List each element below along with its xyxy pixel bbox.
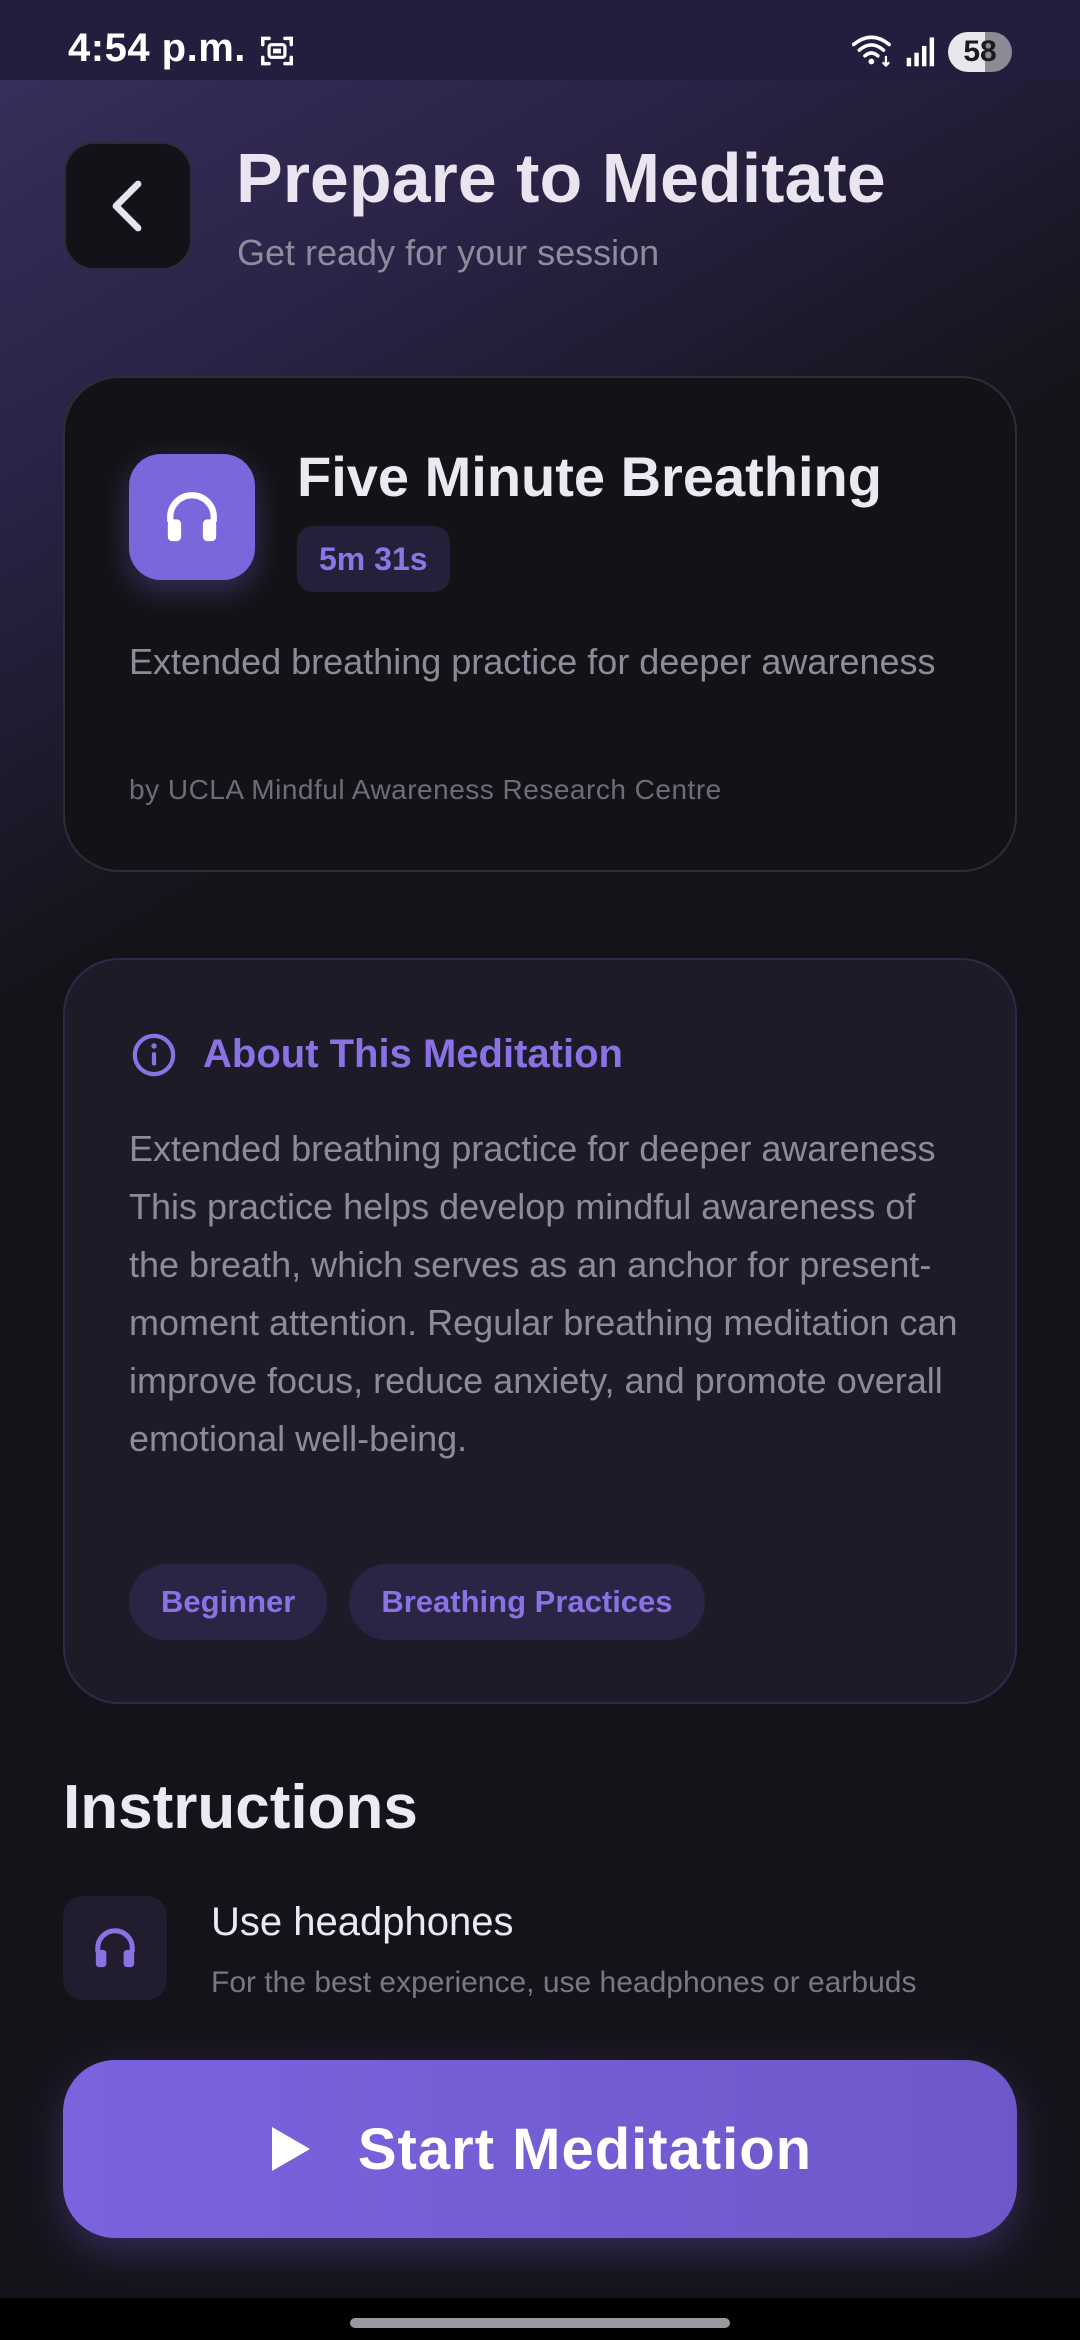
back-button[interactable]: [64, 142, 192, 270]
headphones-icon: [95, 1928, 135, 1968]
page-subtitle: Get ready for your session: [237, 232, 660, 273]
about-card: About This Meditation Extended breathing…: [63, 958, 1017, 1704]
home-indicator[interactable]: [350, 2318, 730, 2328]
session-author: by UCLA Mindful Awareness Research Centr…: [129, 774, 722, 805]
duration-badge: 5m 31s: [297, 526, 450, 592]
start-meditation-label: Start Meditation: [357, 2116, 813, 2182]
navigation-bar: [0, 2298, 1080, 2340]
tag-list: Beginner Breathing Practices: [129, 1564, 705, 1640]
page-title: Prepare to Meditate: [236, 139, 886, 217]
instruction-icon-tile: [63, 1896, 167, 2000]
session-description: Extended breathing practice for deeper a…: [129, 641, 936, 682]
chevron-left-icon: [112, 180, 142, 232]
start-meditation-button[interactable]: Start Meditation: [63, 2060, 1017, 2238]
instruction-item: Use headphones For the best experience, …: [63, 1896, 1017, 2000]
session-title: Five Minute Breathing: [297, 445, 882, 508]
instruction-title: Use headphones: [211, 1900, 514, 1944]
tag-beginner[interactable]: Beginner: [129, 1564, 328, 1640]
tag-breathing-practices[interactable]: Breathing Practices: [349, 1564, 705, 1640]
battery-indicator: 58: [948, 32, 1012, 72]
signal-icon: [906, 37, 935, 67]
status-bar: 4:54 p.m. 58: [0, 0, 1080, 80]
play-icon: [271, 2127, 310, 2171]
about-title: About This Meditation: [203, 1032, 623, 1076]
screenshot-icon: [261, 36, 293, 66]
headphones-icon: [167, 492, 217, 542]
status-time: 4:54 p.m.: [68, 26, 246, 70]
wifi-icon: [852, 35, 891, 68]
about-description: Extended breathing practice for deeper a…: [129, 1128, 958, 1459]
session-icon-tile: [129, 454, 255, 580]
instruction-description: For the best experience, use headphones …: [211, 1966, 917, 1999]
session-card: Five Minute Breathing 5m 31s Extended br…: [63, 376, 1017, 872]
instructions-heading: Instructions: [63, 1773, 418, 1842]
info-icon: [132, 1033, 176, 1077]
